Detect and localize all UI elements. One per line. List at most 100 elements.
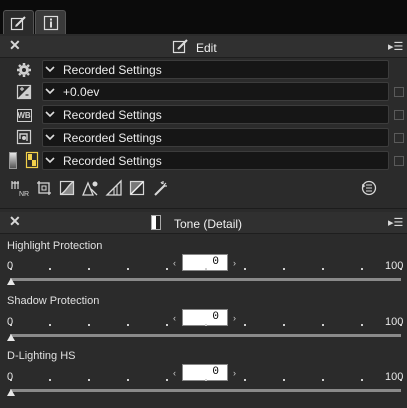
shadow-protection-label: Shadow Protection: [7, 295, 100, 307]
chevron-down-icon: [43, 60, 57, 79]
slider-tick: [283, 268, 285, 270]
picture-control-settings-dropdown[interactable]: Recorded Settings: [42, 128, 389, 147]
slider-tick: [166, 379, 168, 381]
d-lighting-hs-label: D-Lighting HS: [7, 350, 76, 362]
increment-arrow-icon[interactable]: ›: [233, 368, 236, 378]
slider-tick: [127, 268, 129, 270]
exposure-compensation-icon: [15, 83, 33, 101]
slider-min-label: 0: [7, 260, 14, 272]
history-icon[interactable]: [359, 179, 379, 197]
decrement-arrow-icon[interactable]: ‹: [173, 313, 176, 323]
panel-menu-icon[interactable]: ▸☰: [388, 40, 403, 53]
nr-badge: NR: [19, 191, 29, 197]
white-balance-checkbox[interactable]: [394, 110, 404, 120]
slider-tick: [88, 268, 90, 270]
edit-panel-title: Edit: [196, 41, 217, 55]
edit-pencil-icon: [10, 15, 26, 30]
dropdown-value: Recorded Settings: [63, 130, 162, 145]
brightness-gradient-icon: [9, 152, 17, 169]
increment-arrow-icon[interactable]: ›: [233, 258, 236, 268]
info-icon: [43, 15, 58, 30]
slider-max-label: 100: [385, 260, 404, 272]
slider-min-label: 0: [7, 371, 14, 383]
white-balance-dropdown[interactable]: Recorded Settings: [42, 105, 389, 124]
exposure-checkbox[interactable]: [394, 87, 404, 97]
slider-tick: [322, 324, 324, 326]
slider-tick: [10, 268, 12, 270]
active-d-lighting-icon: [23, 151, 41, 169]
dropdown-value: +0.0ev: [63, 84, 100, 99]
increment-arrow-icon[interactable]: ›: [233, 313, 236, 323]
slider-tick: [322, 268, 324, 270]
tone-curve-icon[interactable]: [57, 179, 77, 197]
slider-tick: [127, 324, 129, 326]
highlight-protection-track[interactable]: [10, 278, 401, 281]
slider-tick: [10, 379, 12, 381]
close-icon[interactable]: ✕: [9, 213, 21, 230]
highlight-protection-label: Highlight Protection: [7, 240, 103, 252]
color-booster-icon[interactable]: [80, 179, 100, 197]
noise-reduction-icon[interactable]: NR: [10, 179, 30, 197]
slider-tick: [400, 268, 402, 270]
levels-icon[interactable]: [104, 179, 124, 197]
chevron-down-icon: [43, 82, 57, 101]
slider-tick: [283, 379, 285, 381]
slider-tick: [49, 268, 51, 270]
slider-tick: [283, 324, 285, 326]
dropdown-value: Recorded Settings: [63, 62, 162, 77]
picture-control-dropdown[interactable]: Recorded Settings: [42, 60, 389, 79]
crop-icon[interactable]: [34, 179, 54, 197]
picture-control-icon: [15, 128, 33, 146]
shadow-protection-track[interactable]: [10, 334, 401, 337]
active-d-lighting-dropdown[interactable]: Recorded Settings: [42, 151, 389, 170]
chevron-down-icon: [43, 128, 57, 147]
slider-min-label: 0: [7, 316, 14, 328]
slider-tick: [49, 379, 51, 381]
slider-tick: [244, 379, 246, 381]
exposure-dropdown[interactable]: +0.0ev: [42, 82, 389, 101]
highlight-protection-thumb[interactable]: [7, 278, 15, 285]
decrement-arrow-icon[interactable]: ‹: [173, 368, 176, 378]
slider-tick: [322, 379, 324, 381]
tab-edit[interactable]: [3, 10, 34, 34]
slider-tick: [205, 324, 207, 326]
slider-tick: [205, 268, 207, 270]
edit-pencil-icon: [172, 38, 189, 58]
chevron-down-icon: [43, 105, 57, 124]
d-lighting-hs-thumb[interactable]: [7, 389, 15, 396]
slider-tick: [361, 324, 363, 326]
panel-menu-icon[interactable]: ▸☰: [388, 216, 403, 229]
panel-divider: [0, 208, 407, 209]
active-d-lighting-checkbox[interactable]: [394, 156, 404, 166]
slider-tick: [10, 324, 12, 326]
retouch-brush-icon[interactable]: [151, 179, 171, 197]
slider-tick: [205, 379, 207, 381]
gear-icon: [15, 61, 33, 79]
tone-panel-title: Tone (Detail): [174, 217, 243, 231]
shadow-protection-thumb[interactable]: [7, 334, 15, 341]
dropdown-value: Recorded Settings: [63, 107, 162, 122]
tab-info[interactable]: [35, 10, 66, 34]
dropdown-value: Recorded Settings: [63, 153, 162, 168]
slider-tick: [127, 379, 129, 381]
slider-tick: [244, 268, 246, 270]
tone-detail-icon: [151, 215, 161, 230]
slider-tick: [400, 379, 402, 381]
slider-max-label: 100: [385, 316, 404, 328]
slider-tick: [400, 324, 402, 326]
slider-tick: [361, 379, 363, 381]
slider-tick: [88, 379, 90, 381]
decrement-arrow-icon[interactable]: ‹: [173, 258, 176, 268]
color-balance-icon[interactable]: [127, 179, 147, 197]
slider-tick: [361, 268, 363, 270]
d-lighting-hs-track[interactable]: [10, 389, 401, 392]
close-icon[interactable]: ✕: [9, 37, 21, 54]
slider-max-label: 100: [385, 371, 404, 383]
white-balance-icon: WB: [15, 106, 33, 124]
wb-badge: WB: [16, 108, 32, 122]
chevron-down-icon: [43, 151, 57, 170]
slider-tick: [244, 324, 246, 326]
slider-tick: [88, 324, 90, 326]
slider-tick: [166, 268, 168, 270]
picture-control-checkbox[interactable]: [394, 133, 404, 143]
